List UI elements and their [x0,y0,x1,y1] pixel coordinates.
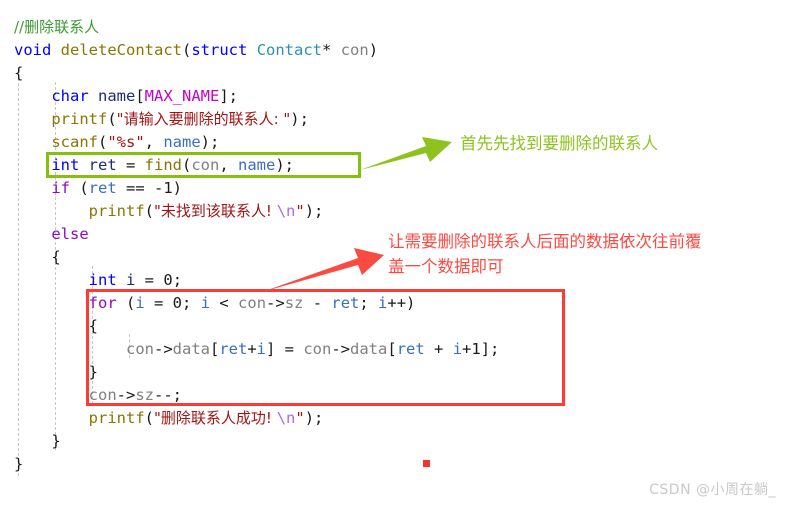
code-token: con [340,41,369,59]
screenshot-root: //删除联系人 void deleteContact(struct Contact… [0,0,790,511]
code-line: printf("请输入要删除的联系人: "); [14,108,634,131]
code-token: if [51,179,70,197]
code-token: 0 [163,271,173,289]
code-token: char [51,87,89,105]
code-token: int [88,271,117,289]
green-highlight-box [46,152,361,178]
code-token: printf [51,110,108,128]
code-token: \n [276,409,296,427]
code-token: = [135,271,164,289]
code-token: ( [144,409,154,427]
code-token: } [14,455,24,473]
code-token: "%s" [107,133,145,151]
code-token: , [144,133,164,151]
code-token: "请输入要删除的联系人: " [116,110,291,128]
code-line: void deleteContact(struct Contact* con) [14,39,634,62]
code-token: else [51,225,89,243]
code-token: ( [70,179,89,197]
code-token: [ [135,87,145,105]
code-token: ret [88,179,117,197]
code-token: ( [144,202,154,220]
code-token: == [116,179,154,197]
code-token: " [295,409,305,427]
code-token: "未找到该联系人! [154,202,277,220]
code-token: deleteContact [60,41,182,59]
annotation-green-text: 首先先找到要删除的联系人 [460,134,658,153]
red-arrow-icon [262,248,384,292]
red-dot-marker [423,460,430,467]
code-token: ( [107,110,117,128]
code-token: struct [191,41,248,59]
code-token: name [98,87,136,105]
code-token: printf [88,409,145,427]
csdn-watermark: CSDN @小周在躺_ [649,482,776,498]
code-token: { [51,248,61,266]
annotation-red-text: 让需要删除的联系人后面的数据依次往前覆 盖一个数据即可 [388,232,702,276]
code-token: " [295,202,305,220]
green-arrow-icon [360,137,452,170]
code-token: ) [172,179,183,197]
code-token: ]; [219,87,238,105]
code-line: printf("未找到该联系人! \n"); [14,200,634,223]
red-highlight-box [86,289,565,406]
code-token: MAX_NAME [144,87,220,105]
code-token: ( [98,133,108,151]
code-token: } [51,432,61,450]
code-line: //删除联系人 [14,16,634,39]
code-token: ( [182,41,192,59]
code-token: \n [276,202,296,220]
code-token: { [14,64,24,82]
code-token: "删除联系人成功! [154,409,277,427]
code-token: //删除联系人 [14,18,100,36]
code-token: scanf [51,133,98,151]
code-line: printf("删除联系人成功! \n"); [14,407,634,430]
code-token: ) [368,41,379,59]
code-line: } [14,430,634,453]
code-token: -1 [154,179,173,197]
code-token: ); [200,133,220,151]
code-line: if (ret == -1) [14,177,634,200]
code-token: i [126,271,136,289]
code-line: { [14,62,634,85]
code-token: ); [290,110,309,128]
code-line: } [14,453,634,476]
code-line: char name[MAX_NAME]; [14,85,634,108]
code-token: ); [304,202,324,220]
code-token: ); [304,409,324,427]
code-token: printf [88,202,145,220]
code-token: ; [172,271,183,289]
code-token: void [14,41,52,59]
code-token: * [322,41,332,59]
code-token: Contact [256,41,323,59]
code-token: name [163,133,201,151]
